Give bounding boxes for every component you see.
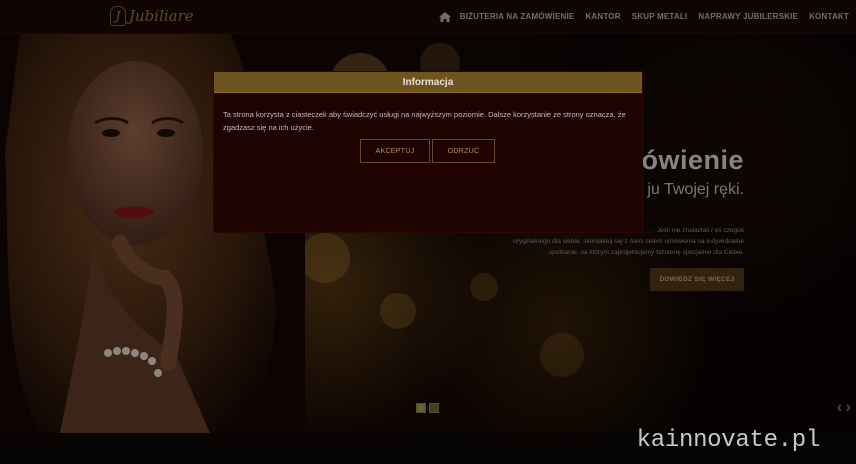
- reject-button[interactable]: ODRZUĆ: [432, 139, 495, 163]
- modal-title: Informacja: [402, 76, 454, 88]
- accept-button[interactable]: AKCEPTUJ: [360, 139, 430, 163]
- site-watermark: kainnovate.pl: [636, 427, 821, 454]
- modal-backdrop[interactable]: [0, 0, 856, 464]
- modal-header: Informacja: [214, 72, 642, 93]
- modal-body-text: Ta strona korzysta z ciasteczek aby świa…: [223, 110, 626, 132]
- cookie-consent-modal: Informacja Ta strona korzysta z ciastecz…: [214, 72, 642, 232]
- modal-actions: AKCEPTUJ ODRZUĆ: [360, 139, 495, 163]
